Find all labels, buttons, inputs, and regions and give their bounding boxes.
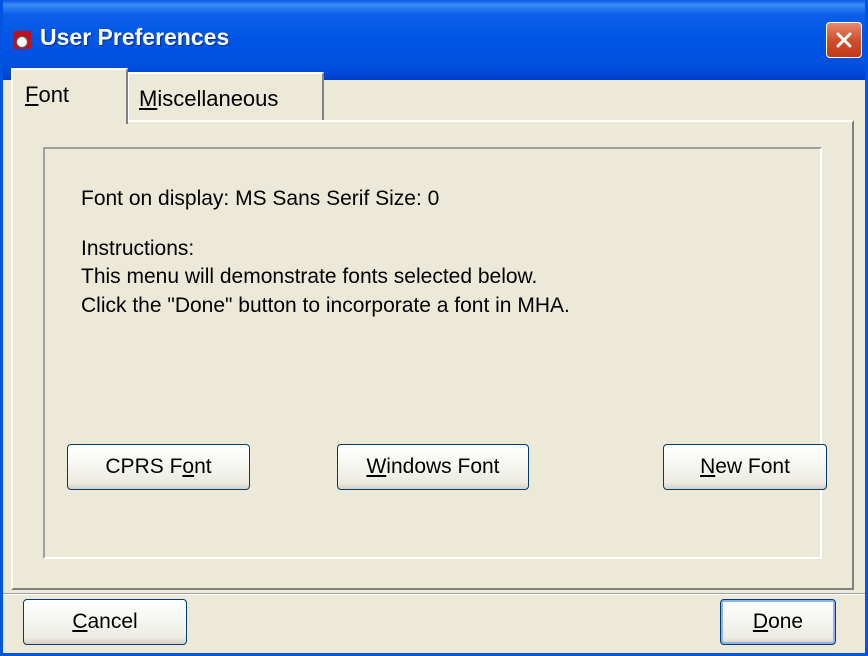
windows-font-button[interactable]: Windows Font: [337, 444, 529, 490]
new-font-button[interactable]: New Font: [663, 444, 827, 490]
instruction-line-1: This menu will demonstrate fonts selecte…: [81, 265, 538, 288]
instructions-heading: Instructions:: [81, 237, 195, 260]
window-title: User Preferences: [40, 24, 230, 50]
tab-font-mnemonic: F: [25, 82, 39, 107]
title-bar[interactable]: User Preferences: [3, 0, 865, 80]
done-button[interactable]: Done: [720, 599, 836, 645]
close-button[interactable]: [826, 22, 862, 58]
footer-separator: [3, 593, 865, 595]
cprs-font-button[interactable]: CPRS Fo nt: [67, 444, 250, 490]
app-icon: [13, 31, 31, 49]
font-on-display-label: Font on display: MS Sans Serif Size: 0: [81, 187, 440, 210]
tab-font[interactable]: Font: [11, 68, 128, 124]
cancel-button[interactable]: Cancel: [23, 599, 187, 645]
instruction-line-2: Click the "Done" button to incorporate a…: [81, 294, 570, 317]
user-preferences-dialog: User Preferences Font Miscellaneous Font…: [0, 0, 868, 656]
tab-miscellaneous[interactable]: Miscellaneous: [127, 72, 324, 120]
font-tab-page: Font on display: MS Sans Serif Size: 0 I…: [11, 120, 854, 590]
font-group-box: Font on display: MS Sans Serif Size: 0 I…: [43, 147, 827, 559]
tab-misc-mnemonic: M: [139, 86, 158, 111]
close-icon: [836, 32, 852, 48]
